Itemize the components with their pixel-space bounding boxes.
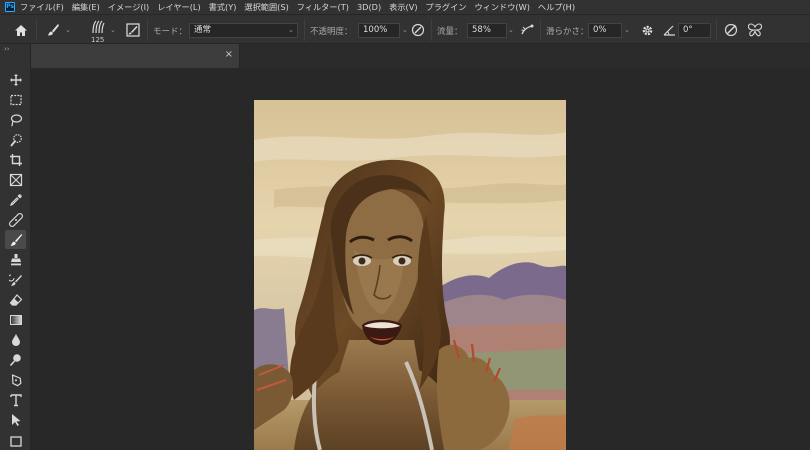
- opacity-input[interactable]: 100%: [358, 23, 400, 38]
- type-tool[interactable]: [5, 390, 26, 409]
- collapse-toolbar-icon[interactable]: ››: [4, 45, 10, 53]
- mode-label: モード：: [153, 27, 188, 37]
- options-bar: ⌄ 125 ⌄ モード： 通常 ⌄ 不透明度： 100% ⌄ 流量： 58% ⌄…: [0, 14, 810, 44]
- menu-edit[interactable]: 編集(E): [72, 0, 100, 14]
- quick-selection-icon: [9, 133, 22, 147]
- path-selection-arrow-icon: [11, 413, 20, 426]
- eyedropper-icon: [9, 193, 22, 206]
- mode-chevron-down-icon: ⌄: [288, 26, 294, 34]
- brush-icon[interactable]: [44, 21, 62, 39]
- menu-bar: Ps ファイル(F) 編集(E) イメージ(I) レイヤー(L) 書式(Y) 選…: [0, 0, 810, 14]
- opacity-label: 不透明度：: [310, 27, 353, 37]
- dodge-icon: [9, 353, 21, 366]
- menu-plugins[interactable]: プラグイン: [426, 0, 467, 14]
- move-tool[interactable]: [5, 70, 26, 89]
- document-tab[interactable]: ×: [31, 44, 240, 68]
- opacity-chevron-down-icon[interactable]: ⌄: [402, 23, 408, 38]
- bandage-icon: [8, 212, 23, 227]
- brush-size-value: 125: [91, 36, 105, 44]
- close-tab-icon[interactable]: ×: [225, 49, 233, 60]
- menu-3d[interactable]: 3D(D): [357, 0, 381, 14]
- frame-tool[interactable]: [5, 170, 26, 189]
- smoothing-chevron-down-icon[interactable]: ⌄: [624, 23, 630, 38]
- move-icon: [9, 73, 22, 86]
- menu-type[interactable]: 書式(Y): [209, 0, 237, 14]
- water-drop-icon: [11, 333, 20, 346]
- healing-brush-tool[interactable]: [5, 210, 26, 229]
- tool-preset-chevron-down-icon[interactable]: ⌄: [65, 23, 71, 38]
- rectangle-tool[interactable]: [5, 432, 26, 450]
- mode-select[interactable]: 通常 ⌄: [189, 23, 298, 38]
- settings-gear-icon[interactable]: [638, 21, 656, 39]
- angle-icon: [660, 21, 678, 39]
- menu-layer[interactable]: レイヤー(L): [157, 0, 200, 14]
- gradient-icon: [9, 314, 22, 325]
- clone-stamp-tool[interactable]: [5, 250, 26, 269]
- flow-chevron-down-icon[interactable]: ⌄: [508, 23, 514, 38]
- paintbrush-icon: [10, 233, 22, 246]
- quick-selection-tool[interactable]: [5, 130, 26, 149]
- document-canvas[interactable]: [254, 100, 566, 450]
- blur-tool[interactable]: [5, 330, 26, 349]
- painted-portrait-artwork: [254, 100, 566, 450]
- smoothing-label: 滑らかさ：: [546, 27, 589, 37]
- flow-input[interactable]: 58%: [467, 23, 507, 38]
- tools-panel: ››: [0, 44, 31, 450]
- eyedropper-tool[interactable]: [5, 190, 26, 209]
- stamp-icon: [10, 253, 21, 265]
- crop-tool[interactable]: [5, 150, 26, 169]
- home-icon[interactable]: [12, 21, 30, 39]
- brush-preset-chevron-down-icon[interactable]: ⌄: [110, 23, 116, 38]
- path-selection-tool[interactable]: [5, 410, 26, 429]
- menu-help[interactable]: ヘルプ(H): [538, 0, 575, 14]
- mode-value: 通常: [194, 25, 212, 35]
- menu-file[interactable]: ファイル(F): [20, 0, 64, 14]
- lasso-icon: [10, 113, 22, 126]
- crop-icon: [9, 153, 22, 166]
- symmetry-butterfly-icon[interactable]: [746, 21, 764, 39]
- brush-preset-icon[interactable]: [89, 18, 107, 36]
- gradient-tool[interactable]: [5, 310, 26, 329]
- eraser-tool[interactable]: [5, 290, 26, 309]
- type-t-icon: [9, 393, 22, 406]
- menu-filter[interactable]: フィルター(T): [297, 0, 349, 14]
- photoshop-logo: Ps: [5, 2, 15, 12]
- angle-input[interactable]: 0°: [678, 23, 711, 38]
- history-brush-tool[interactable]: [5, 270, 26, 289]
- frame-icon: [9, 173, 22, 186]
- pen-nib-icon: [11, 373, 21, 386]
- menu-image[interactable]: イメージ(I): [108, 0, 149, 14]
- menu-window[interactable]: ウィンドウ(W): [474, 0, 529, 14]
- rectangular-marquee-icon: [9, 94, 22, 105]
- flow-label: 流量：: [437, 27, 463, 37]
- smoothing-input[interactable]: 0%: [588, 23, 622, 38]
- history-brush-icon: [8, 274, 22, 286]
- pressure-size-icon[interactable]: [722, 21, 740, 39]
- brush-tool[interactable]: [5, 230, 26, 249]
- airbrush-icon[interactable]: [518, 21, 536, 39]
- dodge-tool[interactable]: [5, 350, 26, 369]
- brush-panel-icon[interactable]: [124, 21, 142, 39]
- menu-select[interactable]: 選択範囲(S): [244, 0, 288, 14]
- pen-tool[interactable]: [5, 370, 26, 389]
- marquee-tool[interactable]: [5, 90, 26, 109]
- document-tab-bar: ×: [31, 44, 810, 68]
- lasso-tool[interactable]: [5, 110, 26, 129]
- eraser-icon: [9, 293, 22, 306]
- pressure-opacity-icon[interactable]: [409, 21, 427, 39]
- rectangle-shape-icon: [9, 436, 22, 447]
- menu-view[interactable]: 表示(V): [389, 0, 417, 14]
